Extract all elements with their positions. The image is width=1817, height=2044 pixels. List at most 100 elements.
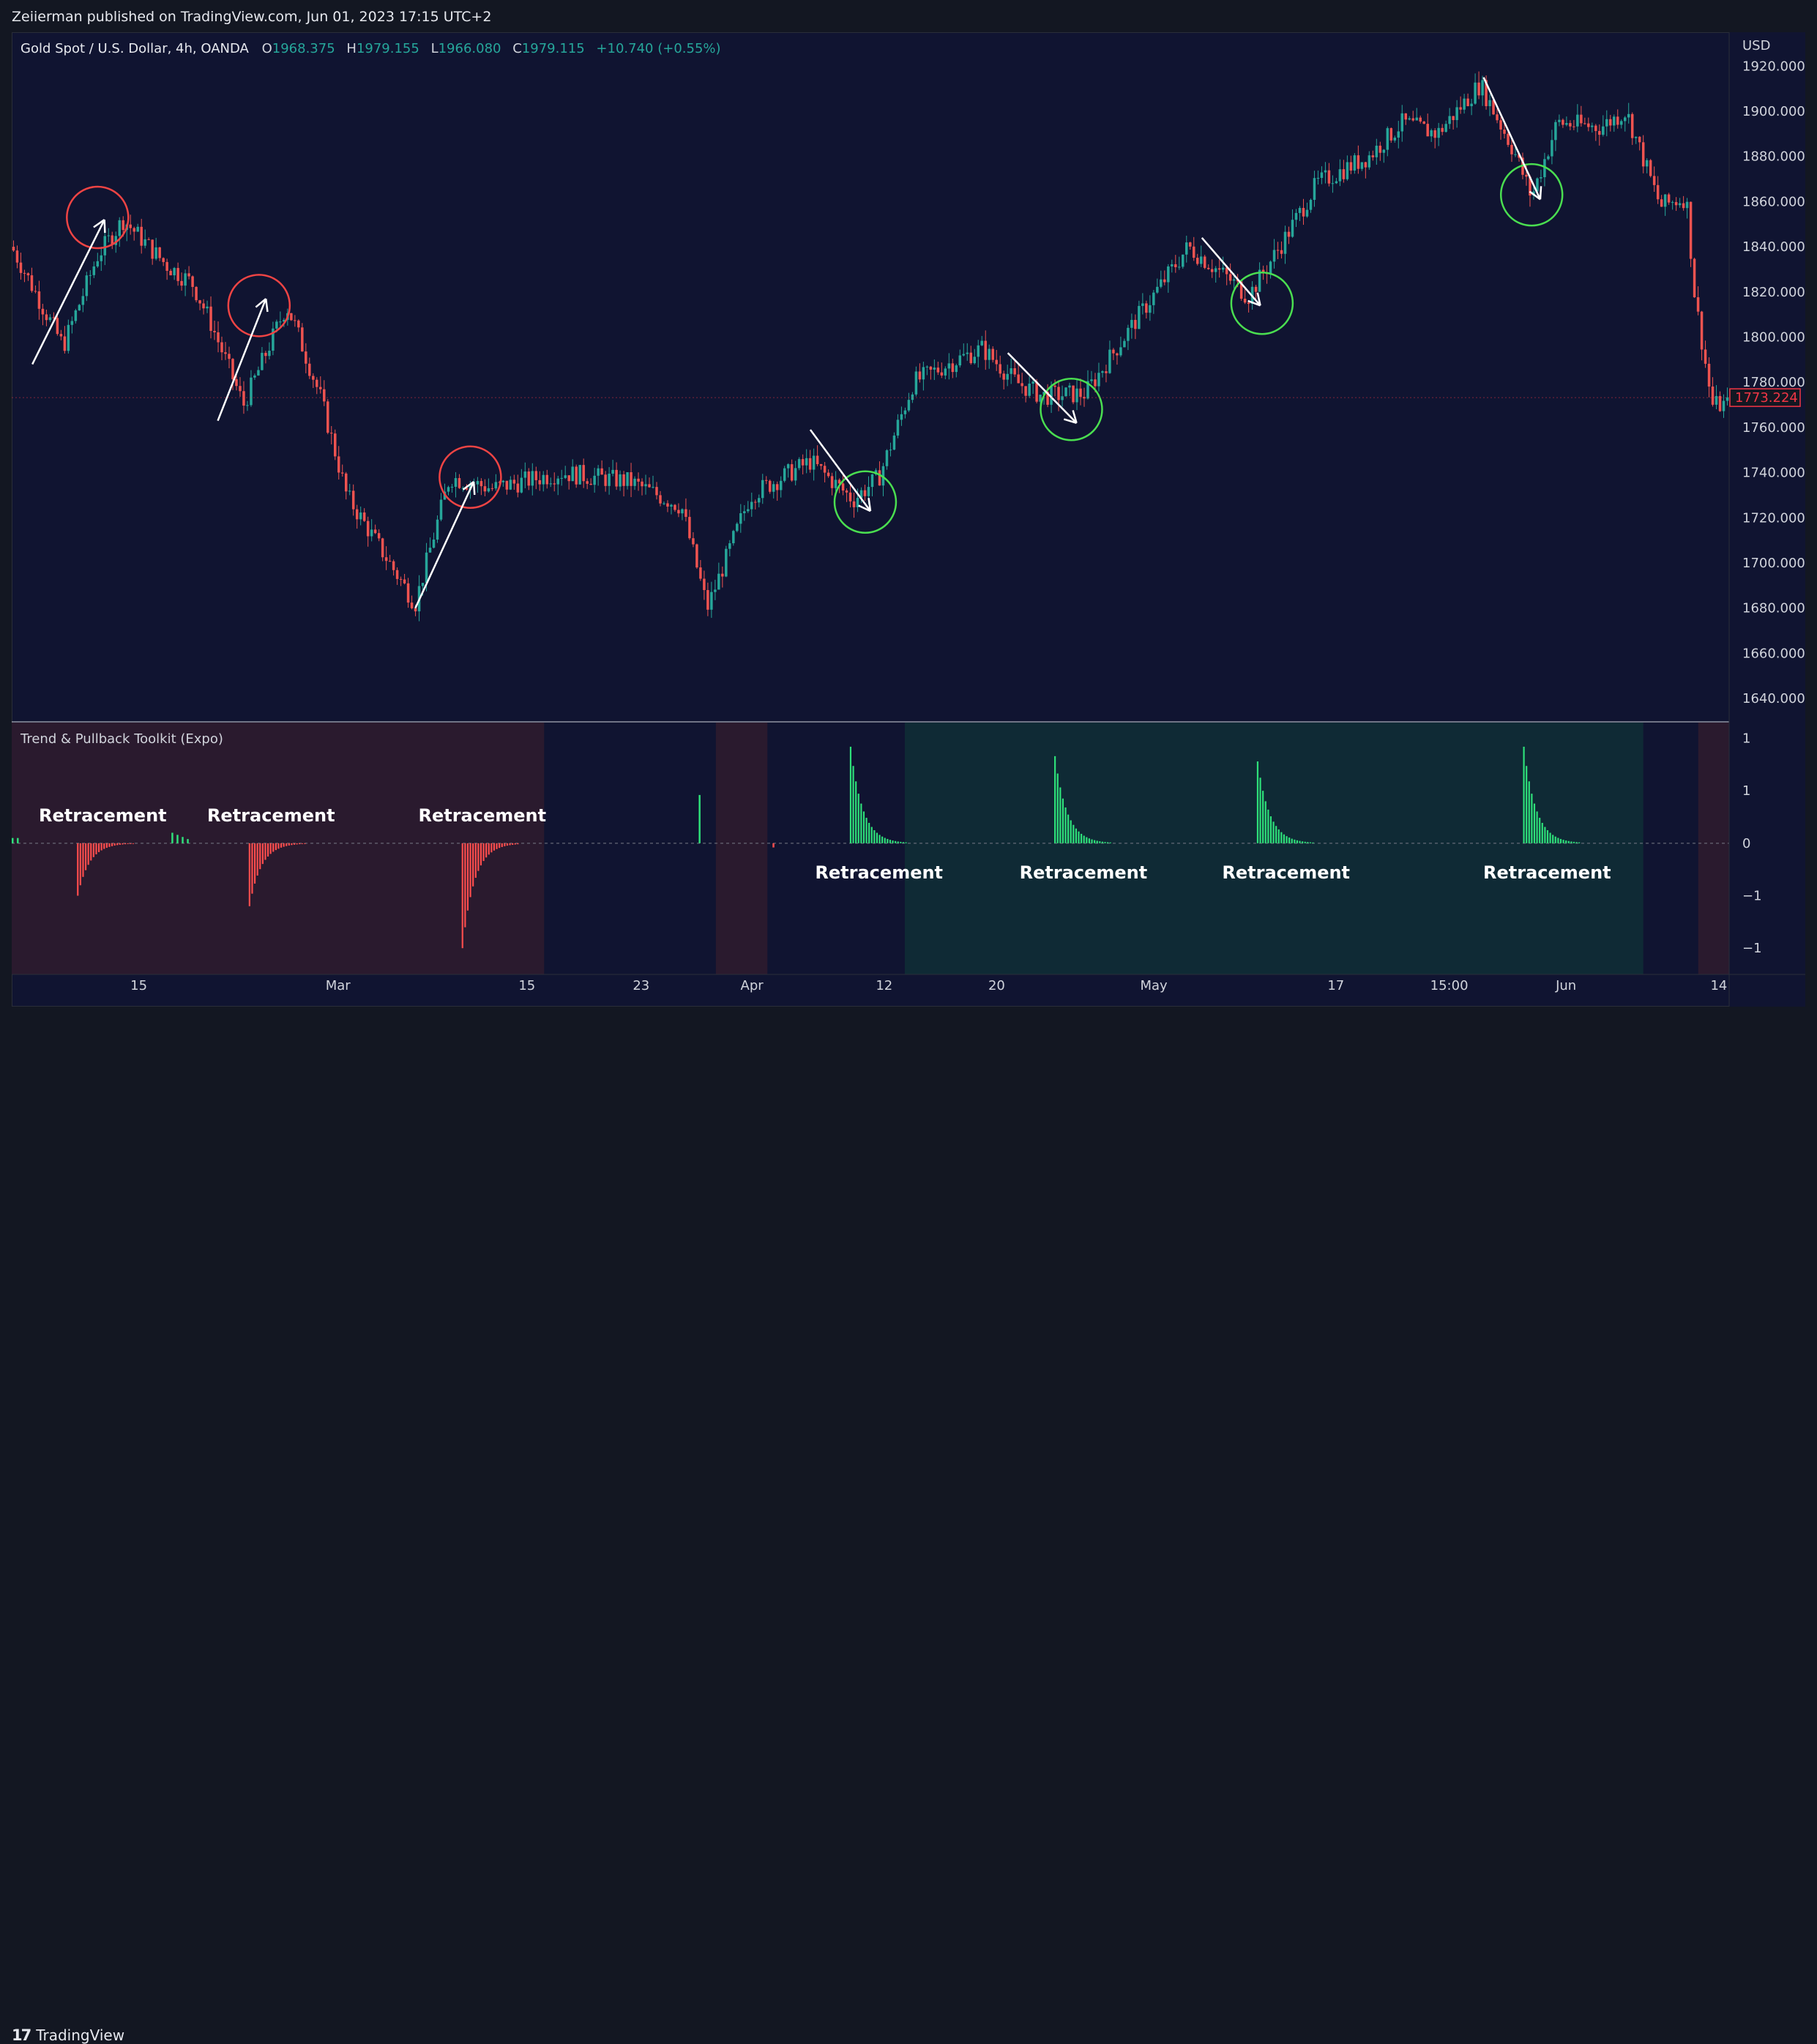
indicator-title[interactable]: Trend & Pullback Toolkit (Expo) <box>20 731 223 747</box>
hist-bar <box>288 843 290 846</box>
hist-bar <box>889 840 892 843</box>
candle-body <box>750 501 753 510</box>
candle-body <box>1160 279 1163 287</box>
symbol-name[interactable]: Gold Spot / U.S. Dollar, 4h, OANDA <box>20 41 249 56</box>
candle-body <box>476 481 480 485</box>
candle-body <box>1616 116 1619 125</box>
hist-bar <box>293 843 296 845</box>
hist-bar <box>1567 840 1570 843</box>
candle-body <box>103 236 107 256</box>
candle-body <box>261 352 264 370</box>
candle-body <box>1558 119 1561 122</box>
hist-bar <box>301 843 303 844</box>
price-tick-label: 1740.000 <box>1742 466 1805 481</box>
candle-body <box>458 478 461 488</box>
candle-body <box>1415 117 1418 121</box>
candle-body <box>333 433 337 457</box>
candle-body <box>783 468 786 481</box>
hist-bar <box>124 843 127 845</box>
hist-bar <box>259 843 261 870</box>
candle-body <box>805 458 808 466</box>
candle-body <box>925 366 929 368</box>
candle-body <box>1580 114 1583 124</box>
chart-canvas[interactable]: Retracement Retracement Retracement Retrace… <box>0 0 1817 1046</box>
candle-body <box>1623 117 1627 122</box>
hist-bar <box>501 843 503 847</box>
candle-body <box>1569 123 1572 127</box>
candle-body <box>1382 149 1386 153</box>
candle-body <box>1715 395 1718 405</box>
hist-bar <box>280 843 283 848</box>
candle-body <box>1704 349 1707 364</box>
hist-bar <box>895 840 897 843</box>
candle-body <box>362 512 366 521</box>
hist-bar <box>514 843 516 845</box>
candle-body <box>670 504 673 507</box>
candle-body <box>294 320 296 321</box>
hist-bar <box>1307 842 1309 843</box>
candle-body <box>969 352 973 364</box>
candle-body <box>794 468 797 481</box>
candle-body <box>1090 379 1093 381</box>
candle-body <box>830 476 834 488</box>
candle-body <box>351 491 355 510</box>
candle-body <box>1678 203 1682 206</box>
candle-body <box>520 477 523 493</box>
candle-body <box>323 389 326 402</box>
hist-bar <box>506 843 509 846</box>
candle-body <box>988 348 990 360</box>
hist-bar <box>477 843 480 871</box>
candle-body <box>1725 397 1729 401</box>
candle-body <box>1013 368 1016 375</box>
hist-bar <box>876 832 878 843</box>
candle-body <box>1174 264 1177 267</box>
hist-bar <box>100 843 102 851</box>
candle-body <box>1656 184 1660 200</box>
hist-bar <box>509 843 511 846</box>
tradingview-logo[interactable]: 17 TradingView <box>12 2026 124 2044</box>
candle-body <box>754 501 757 503</box>
candle-body <box>1514 154 1517 155</box>
tradingview-brand: TradingView <box>36 2026 125 2044</box>
candle-body <box>812 455 816 470</box>
candle-body <box>1682 203 1685 209</box>
hist-bar <box>1296 840 1299 843</box>
candle-body <box>648 484 651 488</box>
candle-body <box>392 561 395 570</box>
price-tick-label: 1720.000 <box>1742 510 1805 526</box>
hist-bar <box>897 841 899 843</box>
candle-body <box>1470 103 1473 107</box>
candle-body <box>242 391 245 406</box>
candle-body <box>699 567 702 579</box>
hist-bar <box>1523 746 1525 843</box>
price-tick-label: 1680.000 <box>1742 601 1805 616</box>
candle-body <box>450 486 454 488</box>
price-series <box>12 71 1729 622</box>
hist-bar <box>1088 838 1091 843</box>
candle-body <box>1232 279 1236 281</box>
candle-body <box>1254 286 1258 292</box>
candle-body <box>1243 299 1247 303</box>
candle-body <box>1287 231 1291 237</box>
candle-body <box>1459 107 1462 110</box>
hist-bar <box>469 843 471 898</box>
hist-bar <box>1299 840 1301 843</box>
candle-body <box>1094 379 1097 387</box>
candle-body <box>1097 373 1100 387</box>
candle-body <box>209 306 212 331</box>
hist-bar <box>1304 841 1306 843</box>
candle-body <box>384 557 388 562</box>
candle-body <box>1119 347 1122 356</box>
candle-body <box>483 486 487 492</box>
hist-bar <box>1072 824 1075 843</box>
hist-bar <box>857 794 859 843</box>
hist-bar <box>304 843 306 844</box>
candle-body <box>816 455 819 464</box>
hist-bar <box>852 766 854 843</box>
symbol-legend[interactable]: Gold Spot / U.S. Dollar, 4h, OANDA O1968… <box>20 41 728 56</box>
hist-bar <box>116 843 119 846</box>
candle-body <box>688 517 691 539</box>
hist-bar <box>1531 794 1533 843</box>
candle-body <box>1280 250 1283 254</box>
candle-body <box>15 250 19 263</box>
